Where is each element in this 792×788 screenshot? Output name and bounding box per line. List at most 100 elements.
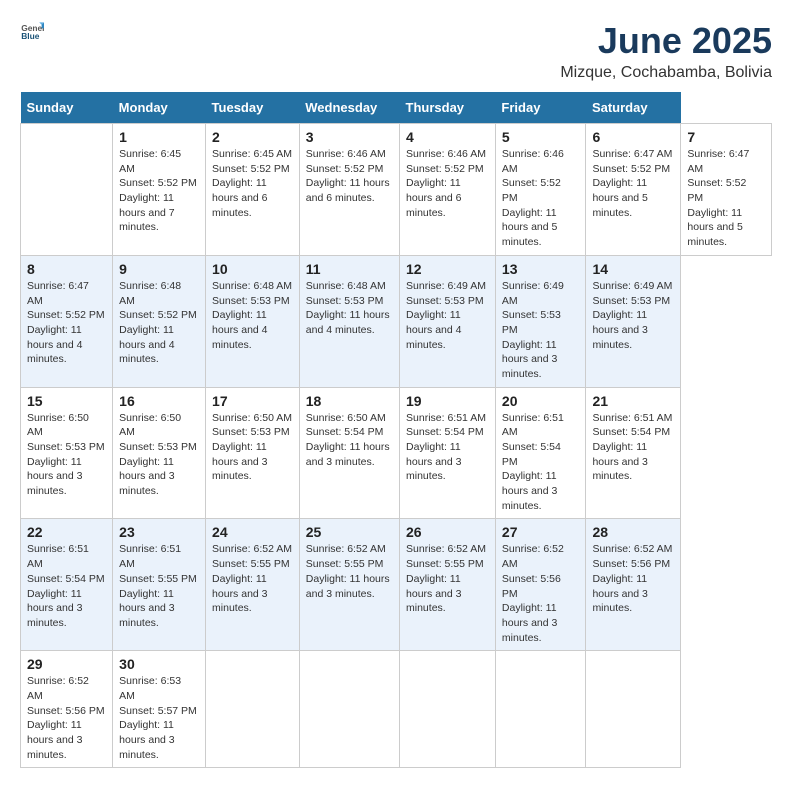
day-info: Sunrise: 6:51 AMSunset: 5:55 PMDaylight:…: [119, 542, 199, 630]
day-number: 1: [119, 129, 199, 145]
sunrise-text: Sunrise: 6:49 AM: [502, 280, 564, 307]
sunset-text: Sunset: 5:54 PM: [306, 426, 384, 438]
sunset-text: Sunset: 5:52 PM: [119, 177, 197, 189]
sunset-text: Sunset: 5:53 PM: [306, 295, 384, 307]
day-number: 25: [306, 524, 393, 540]
sunset-text: Sunset: 5:56 PM: [27, 705, 105, 717]
sunset-text: Sunset: 5:54 PM: [406, 426, 484, 438]
header-day-wednesday: Wednesday: [299, 92, 399, 124]
calendar-cell: 13Sunrise: 6:49 AMSunset: 5:53 PMDayligh…: [495, 255, 586, 387]
day-number: 24: [212, 524, 293, 540]
daylight-text: Daylight: 11 hours and 3 minutes.: [212, 441, 267, 482]
sunset-text: Sunset: 5:53 PM: [212, 295, 290, 307]
daylight-text: Daylight: 11 hours and 3 minutes.: [212, 573, 267, 614]
day-number: 8: [27, 261, 106, 277]
header-day-thursday: Thursday: [400, 92, 496, 124]
calendar-cell: 19Sunrise: 6:51 AMSunset: 5:54 PMDayligh…: [400, 387, 496, 519]
daylight-text: Daylight: 11 hours and 3 minutes.: [119, 456, 174, 497]
day-info: Sunrise: 6:46 AM Sunset: 5:52 PM Daylight:…: [306, 147, 393, 206]
sunset-text: Sunset: 5:53 PM: [119, 441, 197, 453]
daylight-text: Daylight: 11 hours and 3 minutes.: [406, 441, 461, 482]
day-info: Sunrise: 6:51 AMSunset: 5:54 PMDaylight:…: [592, 411, 674, 484]
calendar-cell: 8 Sunrise: 6:47 AMSunset: 5:52 PMDaylight…: [21, 255, 113, 387]
sunrise-text: Sunrise: 6:49 AM: [406, 280, 486, 292]
calendar-cell: 7Sunrise: 6:47 AMSunset: 5:52 PMDaylight…: [681, 124, 772, 256]
day-number: 9: [119, 261, 199, 277]
daylight-text: Daylight: 11 hours and 5 minutes.: [592, 177, 647, 218]
day-info: Sunrise: 6:51 AMSunset: 5:54 PMDaylight:…: [27, 542, 106, 630]
day-info: Sunrise: 6:50 AM Sunset: 5:53 PM Daylight:…: [119, 411, 199, 499]
calendar-cell: 27Sunrise: 6:52 AMSunset: 5:56 PMDayligh…: [495, 519, 586, 651]
day-number: 14: [592, 261, 674, 277]
day-number: 22: [27, 524, 106, 540]
calendar-week-3: 15Sunrise: 6:50 AMSunset: 5:53 PMDayligh…: [21, 387, 772, 519]
calendar-cell: 11Sunrise: 6:48 AMSunset: 5:53 PMDayligh…: [299, 255, 399, 387]
day-number: 20: [502, 393, 580, 409]
day-number: 29: [27, 656, 106, 672]
day-number: 30: [119, 656, 199, 672]
day-info: Sunrise: 6:50 AMSunset: 5:53 PMDaylight:…: [27, 411, 106, 499]
day-info: Sunrise: 6:48 AMSunset: 5:53 PMDaylight:…: [212, 279, 293, 352]
daylight-text: Daylight: 11 hours and 4 minutes.: [406, 309, 461, 350]
daylight-text: Daylight: 11 hours and 6 minutes.: [406, 177, 461, 218]
calendar-cell: 6Sunrise: 6:47 AMSunset: 5:52 PMDaylight…: [586, 124, 681, 256]
sunset-text: Sunset: 5:55 PM: [212, 558, 290, 570]
day-info: Sunrise: 6:46 AMSunset: 5:52 PMDaylight:…: [406, 147, 489, 220]
sunset-text: Sunset: 5:52 PM: [592, 163, 670, 175]
sunset-text: Sunset: 5:55 PM: [406, 558, 484, 570]
daylight-text: Daylight: 11 hours and 5 minutes.: [687, 207, 742, 248]
sunrise-text: Sunrise: 6:47 AM: [592, 148, 672, 160]
calendar-cell: 21Sunrise: 6:51 AMSunset: 5:54 PMDayligh…: [586, 387, 681, 519]
daylight-text: Daylight: 11 hours and 6 minutes.: [306, 177, 390, 204]
calendar-cell: 15Sunrise: 6:50 AMSunset: 5:53 PMDayligh…: [21, 387, 113, 519]
sunset-text: Sunset: 5:52 PM: [306, 163, 384, 175]
day-info: Sunrise: 6:48 AMSunset: 5:53 PMDaylight:…: [306, 279, 393, 338]
sunset-text: Sunset: 5:52 PM: [27, 309, 105, 321]
day-number: 12: [406, 261, 489, 277]
sunrise-text: Sunrise: 6:46 AM: [306, 148, 386, 160]
daylight-text: Daylight: 11 hours and 3 minutes.: [502, 339, 557, 380]
logo: General Blue: [20, 20, 44, 44]
daylight-text: Daylight: 11 hours and 3 minutes.: [406, 573, 461, 614]
day-info: Sunrise: 6:47 AM Sunset: 5:52 PM Daylight:…: [592, 147, 674, 220]
sunset-text: Sunset: 5:52 PM: [119, 309, 197, 321]
header-day-saturday: Saturday: [586, 92, 681, 124]
calendar-cell: [206, 651, 300, 768]
day-info: Sunrise: 6:51 AMSunset: 5:54 PMDaylight:…: [502, 411, 580, 514]
sunrise-text: Sunrise: 6:50 AM: [119, 412, 181, 439]
sunrise-text: Sunrise: 6:52 AM: [306, 543, 386, 555]
sunset-text: Sunset: 5:56 PM: [592, 558, 670, 570]
calendar-cell: 10 Sunrise: 6:48 AMSunset: 5:53 PMDayligh…: [206, 255, 300, 387]
day-number: 10: [212, 261, 293, 277]
calendar-cell: 1Sunrise: 6:45 AMSunset: 5:52 PMDaylight…: [113, 124, 206, 256]
calendar-cell: 20 Sunrise: 6:51 AMSunset: 5:54 PMDayligh…: [495, 387, 586, 519]
sunset-text: Sunset: 5:53 PM: [212, 426, 290, 438]
title-area: June 2025 Mizque, Cochabamba, Bolivia: [560, 20, 772, 82]
daylight-text: Daylight: 11 hours and 3 minutes.: [592, 573, 647, 614]
day-number: 17: [212, 393, 293, 409]
day-number: 5: [502, 129, 580, 145]
calendar-cell: [495, 651, 586, 768]
calendar-cell: 23Sunrise: 6:51 AMSunset: 5:55 PMDayligh…: [113, 519, 206, 651]
sunrise-text: Sunrise: 6:52 AM: [502, 543, 564, 570]
daylight-text: Daylight: 11 hours and 3 minutes.: [592, 309, 647, 350]
day-number: 3: [306, 129, 393, 145]
sunrise-text: Sunrise: 6:46 AM: [406, 148, 486, 160]
daylight-text: Daylight: 11 hours and 6 minutes.: [212, 177, 267, 218]
sunrise-text: Sunrise: 6:52 AM: [592, 543, 672, 555]
sunset-text: Sunset: 5:53 PM: [406, 295, 484, 307]
daylight-text: Daylight: 11 hours and 4 minutes.: [119, 324, 174, 365]
sunset-text: Sunset: 5:54 PM: [502, 441, 561, 468]
daylight-text: Daylight: 11 hours and 3 minutes.: [306, 573, 390, 600]
sunset-text: Sunset: 5:57 PM: [119, 705, 197, 717]
day-info: Sunrise: 6:47 AMSunset: 5:52 PMDaylight:…: [27, 279, 106, 367]
calendar-header: SundayMondayTuesdayWednesdayThursdayFrid…: [21, 92, 772, 124]
calendar-cell: 14Sunrise: 6:49 AMSunset: 5:53 PMDayligh…: [586, 255, 681, 387]
daylight-text: Daylight: 11 hours and 3 minutes.: [119, 719, 174, 760]
sunrise-text: Sunrise: 6:45 AM: [119, 148, 181, 175]
day-info: Sunrise: 6:48 AMSunset: 5:52 PMDaylight:…: [119, 279, 199, 367]
daylight-text: Daylight: 11 hours and 4 minutes.: [27, 324, 82, 365]
sunset-text: Sunset: 5:55 PM: [306, 558, 384, 570]
sunrise-text: Sunrise: 6:52 AM: [406, 543, 486, 555]
calendar-week-1: 1 Sunrise: 6:45 AM Sunset: 5:52 PM Daylight…: [21, 124, 772, 256]
